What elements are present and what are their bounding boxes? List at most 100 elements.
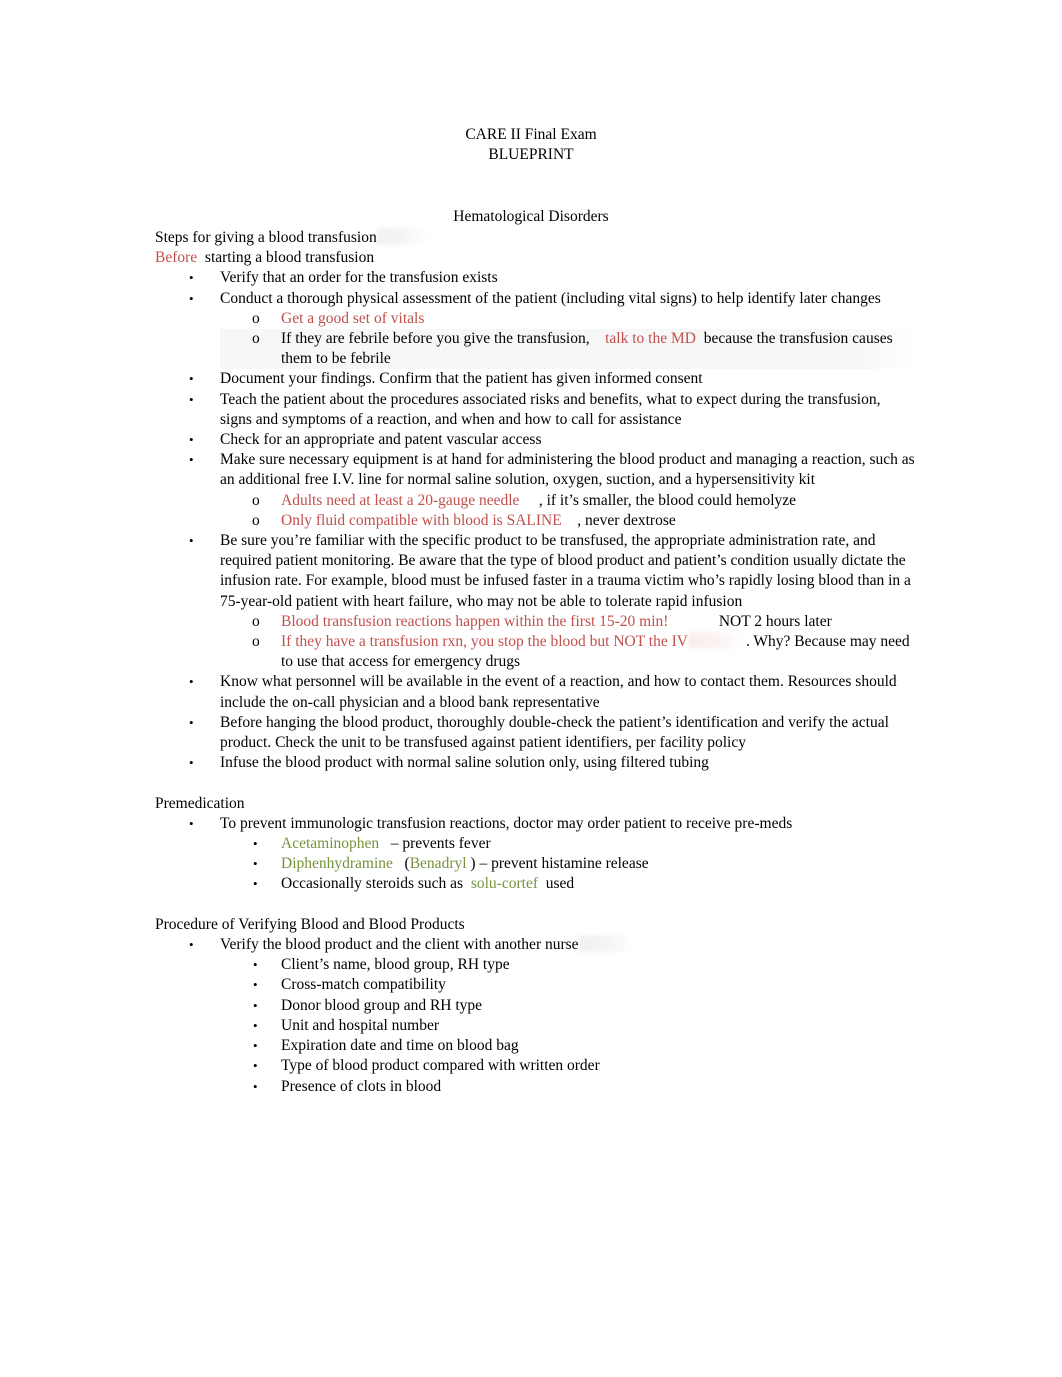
list-item: • Make sure necessary equipment is at ha…	[155, 450, 915, 531]
sub-item-lead-text: If they are febrile before you give the …	[281, 330, 590, 348]
verifying-checks-list: • Client’s name, blood group, RH type • …	[220, 955, 915, 1096]
list-item: • Verify the blood product and the clien…	[155, 935, 915, 1097]
list-item-text: Verify that an order for the transfusion…	[220, 269, 498, 287]
bullet-disc-icon: •	[189, 674, 194, 690]
bullet-disc-icon: •	[189, 452, 194, 468]
sub-item-highlight: Blood transfusion reactions happen withi…	[281, 612, 669, 630]
bullet-disc-icon: •	[253, 856, 258, 872]
bullet-disc-icon: •	[189, 533, 194, 549]
bullet-disc-icon: •	[253, 1058, 258, 1074]
before-rest: starting a blood transfusion	[197, 249, 375, 267]
list-item: • Verify that an order for the transfusi…	[155, 268, 915, 288]
sub-list-item: o If they have a transfusion rxn, you st…	[220, 632, 915, 672]
bullet-disc-icon: •	[189, 937, 194, 953]
list-item-text: Verify the blood product and the client …	[220, 936, 579, 954]
bullet-disc-icon: •	[189, 714, 194, 730]
check-item-text: Unit and hospital number	[281, 1016, 439, 1034]
check-item-text: Type of blood product compared with writ…	[281, 1057, 600, 1075]
sub-list-item: • Expiration date and time on blood bag	[220, 1036, 915, 1056]
sub-list-item: • Type of blood product compared with wr…	[220, 1056, 915, 1076]
sub-item-trailing-text: NOT 2 hours later	[718, 612, 832, 630]
drug-name: Acetaminophen	[281, 835, 380, 853]
drug-description: – prevents fever	[390, 835, 491, 853]
check-item-text: Client’s name, blood group, RH type	[281, 956, 510, 974]
redaction-smudge	[376, 228, 429, 245]
bullet-disc-icon: •	[253, 957, 258, 973]
premedication-list: • To prevent immunologic transfusion rea…	[155, 814, 915, 895]
list-item-text: Make sure necessary equipment is at hand…	[220, 451, 919, 489]
list-item-text: Before hanging the blood product, thorou…	[220, 713, 893, 752]
sub-list-item: • Presence of clots in blood	[220, 1077, 915, 1097]
sub-item-trailing-text: , never dextrose	[577, 511, 676, 529]
list-item: • Teach the patient about the procedures…	[155, 390, 915, 430]
bullet-disc-icon: •	[189, 755, 194, 771]
premedication-drug-list: • Acetaminophen – prevents fever • Diphe…	[220, 834, 915, 895]
heading-procedure-of-verifying: Procedure of Verifying Blood and Blood P…	[155, 915, 465, 933]
bullet-disc-icon: •	[253, 1078, 258, 1094]
document-title-line-2: BLUEPRINT	[488, 146, 574, 164]
sub-list: o Get a good set of vitals o If they are…	[220, 309, 915, 370]
before-keyword: Before	[155, 249, 198, 267]
paren-close: )	[470, 855, 476, 873]
list-item: • Conduct a thorough physical assessment…	[155, 289, 915, 370]
bullet-circle-icon: o	[252, 511, 260, 529]
sub-list-item: • Occasionally steroids such as solu-cor…	[220, 874, 915, 894]
drug-name: Diphenhydramine	[281, 855, 393, 873]
check-item-text: Expiration date and time on blood bag	[281, 1037, 519, 1055]
section-heading-hematological-disorders: Hematological Disorders	[453, 208, 609, 225]
sub-list: o Adults need at least a 20-gauge needle…	[220, 491, 915, 531]
drug-name: solu-cortef	[470, 875, 538, 893]
check-item-text: Presence of clots in blood	[281, 1077, 442, 1095]
bullet-disc-icon: •	[189, 270, 194, 286]
sub-list-item: • Donor blood group and RH type	[220, 996, 915, 1016]
list-item: • Know what personnel will be available …	[155, 672, 915, 712]
bullet-disc-icon: •	[189, 290, 194, 306]
bullet-disc-icon: •	[189, 432, 194, 448]
sub-item-highlight: talk to the MD	[605, 330, 696, 348]
bullet-disc-icon: •	[253, 876, 258, 892]
bullet-disc-icon: •	[189, 815, 194, 831]
bullet-circle-icon: o	[252, 612, 260, 630]
sub-list-item: • Acetaminophen – prevents fever	[220, 834, 915, 854]
list-item: • Before hanging the blood product, thor…	[155, 713, 915, 753]
list-item-text: Document your findings. Confirm that the…	[220, 370, 703, 388]
list-item-text: Check for an appropriate and patent vasc…	[220, 431, 542, 449]
sub-item-highlight: If they have a transfusion rxn, you stop…	[281, 633, 688, 651]
list-item: • Be sure you’re familiar with the speci…	[155, 531, 915, 672]
list-item: • To prevent immunologic transfusion rea…	[155, 814, 915, 895]
heading-premedication: Premedication	[155, 794, 245, 812]
drug-description: used	[545, 875, 575, 893]
heading-steps-for-giving-a-blood-transfusion: Steps for giving a blood transfusion	[155, 228, 915, 248]
sub-list-item: • Unit and hospital number	[220, 1016, 915, 1036]
redaction-smudge	[687, 632, 746, 650]
sub-list-item: • Cross-match compatibility	[220, 975, 915, 995]
sub-item-highlight: Adults need at least a 20-gauge needle	[281, 491, 520, 509]
list-item-text: Conduct a thorough physical assessment o…	[220, 289, 881, 307]
sub-list-item: o Get a good set of vitals	[220, 309, 915, 329]
list-item-text: Teach the patient about the procedures a…	[220, 390, 885, 428]
drug-brand-name: Benadryl	[409, 855, 467, 873]
redaction-smudge	[578, 935, 635, 953]
list-item: • Infuse the blood product with normal s…	[155, 753, 915, 773]
document-title-block: CARE II Final Exam BLUEPRINT	[0, 125, 1062, 165]
bullet-circle-icon: o	[252, 633, 260, 651]
document-page: CARE II Final Exam BLUEPRINT Hematologic…	[0, 0, 1062, 1377]
bullet-disc-icon: •	[253, 977, 258, 993]
document-body: Steps for giving a blood transfusion Bef…	[155, 228, 915, 1097]
sub-item-highlight: Get a good set of vitals	[281, 309, 425, 327]
sub-item-highlight: Only fluid compatible with blood is SALI…	[281, 511, 562, 529]
sub-list-item: o If they are febrile before you give th…	[220, 329, 915, 370]
list-item-text: Know what personnel will be available in…	[220, 673, 901, 711]
bullet-circle-icon: o	[252, 491, 260, 509]
verifying-list: • Verify the blood product and the clien…	[155, 935, 915, 1097]
sub-list-item: • Client’s name, blood group, RH type	[220, 955, 915, 975]
bullet-circle-icon: o	[252, 330, 260, 348]
list-item-text: Be sure you’re familiar with the specifi…	[220, 532, 915, 610]
list-item-text: To prevent immunologic transfusion react…	[220, 814, 793, 832]
check-item-text: Donor blood group and RH type	[281, 996, 483, 1014]
sub-list-item: • Diphenhydramine (Benadryl ) – prevent …	[220, 854, 915, 874]
bullet-disc-icon: •	[253, 1017, 258, 1033]
sub-list: o Blood transfusion reactions happen wit…	[220, 612, 915, 673]
